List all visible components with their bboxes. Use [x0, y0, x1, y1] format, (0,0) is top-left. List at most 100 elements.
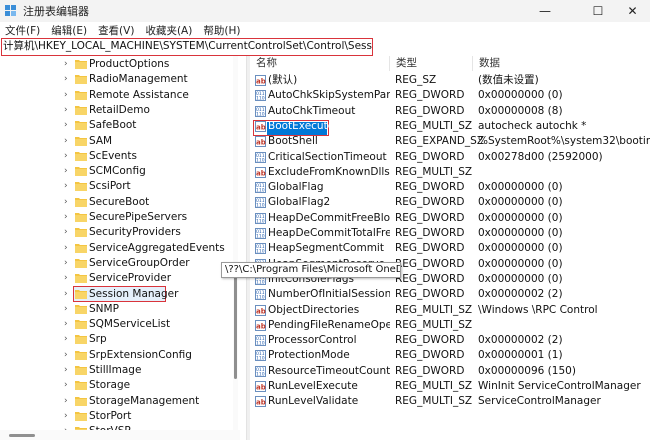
tree-item[interactable]: › SafeBoot [0, 118, 230, 133]
chevron-right-icon[interactable]: › [64, 164, 72, 179]
chevron-right-icon[interactable]: › [64, 149, 72, 164]
column-header-data[interactable]: 数据 [473, 56, 650, 71]
folder-icon [75, 304, 87, 314]
value-row[interactable]: ab ObjectDirectories REG_MULTI_SZ \Windows … [250, 303, 650, 318]
value-row[interactable]: 011 110 AutoChkTimeout REG_DWORD 0x00000008 … [250, 104, 650, 119]
chevron-right-icon[interactable]: › [64, 118, 72, 133]
value-row[interactable]: 011 110 ResourceTimeoutCount REG_DWORD 0x000… [250, 364, 650, 379]
chevron-right-icon[interactable]: › [64, 241, 72, 256]
tree-item[interactable]: › StorageManagement [0, 394, 230, 409]
chevron-right-icon[interactable]: › [64, 378, 72, 393]
tree-item[interactable]: › RadioManagement [0, 72, 230, 87]
value-name: HeapSegmentCommit [268, 242, 384, 255]
value-row[interactable]: 011 110 GlobalFlag2 REG_DWORD 0x00000000 (0) [250, 195, 650, 210]
chevron-right-icon[interactable]: › [64, 72, 72, 87]
value-name: CriticalSectionTimeout [268, 150, 387, 163]
folder-icon [75, 243, 87, 253]
tree-item[interactable]: › SAM [0, 134, 230, 149]
binary-value-icon: 011110 [255, 105, 266, 117]
value-row[interactable]: ab RunLevelExecute REG_MULTI_SZ WinInit Ser… [250, 379, 650, 394]
close-button[interactable]: ✕ [615, 0, 650, 22]
tree-item[interactable]: › RetailDemo [0, 103, 230, 118]
menu-edit[interactable]: 编辑(E) [46, 23, 93, 38]
menu-help[interactable]: 帮助(H) [198, 23, 246, 38]
chevron-right-icon[interactable]: › [64, 225, 72, 240]
value-row[interactable]: 011 110 NumberOfInitialSessions REG_DWORD 0x… [250, 287, 650, 302]
value-row[interactable]: ab RunLevelValidate REG_MULTI_SZ ServiceCon… [250, 394, 650, 409]
tree-item[interactable]: › ProductOptions [0, 57, 230, 72]
tree-item[interactable]: › ScEvents [0, 149, 230, 164]
chevron-right-icon[interactable]: › [64, 409, 72, 424]
chevron-right-icon[interactable]: › [64, 363, 72, 378]
tree-item[interactable]: › Remote Assistance [0, 88, 230, 103]
value-row[interactable]: ab ExcludeFromKnownDlls REG_MULTI_SZ [250, 165, 650, 180]
value-row[interactable]: 011110HeapDeCommitFreeBlockT... REG_DWORD… [250, 211, 650, 226]
value-name: GlobalFlag [268, 181, 324, 194]
menu-favorites[interactable]: 收藏夹(A) [140, 23, 198, 38]
binary-value-icon: 011110 [255, 212, 266, 224]
value-row[interactable]: ab BootExecute REG_MULTI_SZ autocheck autoc… [250, 119, 650, 134]
chevron-right-icon[interactable]: › [64, 302, 72, 317]
tree-item[interactable]: › ServiceAggregatedEvents [0, 241, 230, 256]
address-bar[interactable]: 计算机\HKEY_LOCAL_MACHINE\SYSTEM\CurrentCon… [1, 38, 373, 56]
binary-value-icon: 011110 [255, 243, 266, 255]
chevron-right-icon[interactable]: › [64, 57, 72, 72]
chevron-right-icon[interactable]: › [64, 103, 72, 118]
tree-item[interactable]: › ServiceGroupOrder [0, 256, 230, 271]
chevron-right-icon[interactable]: › [64, 332, 72, 347]
binary-value-icon: 011110 [255, 289, 266, 301]
value-row[interactable]: 011 110 HeapSegmentCommit REG_DWORD 0x000000… [250, 241, 650, 256]
tree-item[interactable]: › SecureBoot [0, 195, 230, 210]
column-header-type[interactable]: 类型 [390, 56, 473, 71]
svg-text:ab: ab [256, 78, 266, 86]
menu-file[interactable]: 文件(F) [0, 23, 46, 38]
value-row[interactable]: ab BootShell REG_EXPAND_SZ %SystemRoot%\sys… [250, 134, 650, 149]
chevron-right-icon[interactable]: › [64, 195, 72, 210]
chevron-right-icon[interactable]: › [64, 88, 72, 103]
chevron-right-icon[interactable]: › [64, 271, 72, 286]
chevron-right-icon[interactable]: › [64, 348, 72, 363]
chevron-right-icon[interactable]: › [64, 210, 72, 225]
chevron-right-icon[interactable]: › [64, 317, 72, 332]
value-row[interactable]: 011110HeapDeCommitTotalFreeT... REG_DWORD… [250, 226, 650, 241]
svg-text:110: 110 [256, 249, 265, 255]
menu-view[interactable]: 查看(V) [93, 23, 140, 38]
tree-item[interactable]: › SQMServiceList [0, 317, 230, 332]
tree-horizontal-scrollbar[interactable] [0, 430, 240, 440]
tree-item[interactable]: › Session Manager [0, 287, 230, 302]
value-row[interactable]: 011 110 ProtectionMode REG_DWORD 0x00000001 … [250, 348, 650, 363]
value-row[interactable]: abPendingFileRenameOperati... REG_MULTI_S… [250, 318, 650, 333]
value-row[interactable]: 011 110 CriticalSectionTimeout REG_DWORD 0x0… [250, 150, 650, 165]
value-row[interactable]: 011 110 GlobalFlag REG_DWORD 0x00000000 (0) [250, 180, 650, 195]
tree-item[interactable]: › SNMP [0, 302, 230, 317]
tree-item[interactable]: › Storage [0, 378, 230, 393]
folder-icon [75, 182, 87, 192]
folder-icon [75, 350, 87, 360]
value-row[interactable]: ab (默认) REG_SZ (数值未设置) [250, 73, 650, 88]
chevron-right-icon[interactable]: › [64, 394, 72, 409]
tree-scroll-thumb[interactable] [234, 267, 237, 379]
tree-item[interactable]: › ScsiPort [0, 179, 230, 194]
maximize-button[interactable]: ☐ [578, 0, 618, 22]
chevron-right-icon[interactable]: › [64, 179, 72, 194]
tree-item[interactable]: › SrpExtensionConfig [0, 348, 230, 363]
chevron-right-icon[interactable]: › [64, 287, 72, 302]
chevron-right-icon[interactable]: › [64, 134, 72, 149]
minimize-button[interactable]: — [525, 0, 565, 22]
value-row[interactable]: 011 110 ProcessorControl REG_DWORD 0x0000000… [250, 333, 650, 348]
tree-item-label: ScsiPort [89, 180, 131, 193]
folder-icon [75, 90, 87, 100]
tree-hscroll-thumb[interactable] [9, 434, 35, 437]
tree-item[interactable]: › ServiceProvider [0, 271, 230, 286]
tree-item[interactable]: › Srp [0, 332, 230, 347]
tree-item[interactable]: › StillImage [0, 363, 230, 378]
svg-text:110: 110 [256, 188, 265, 194]
tree-item[interactable]: › SCMConfig [0, 164, 230, 179]
tree-item-label: ProductOptions [89, 58, 170, 70]
column-header-name[interactable]: 名称 [250, 56, 390, 71]
chevron-right-icon[interactable]: › [64, 256, 72, 271]
tree-item[interactable]: › SecurityProviders [0, 225, 230, 240]
tree-item[interactable]: › SecurePipeServers [0, 210, 230, 225]
value-row[interactable]: 011110AutoChkSkipSystemPartition REG_DWOR… [250, 88, 650, 103]
tree-item[interactable]: › StorPort [0, 409, 230, 424]
